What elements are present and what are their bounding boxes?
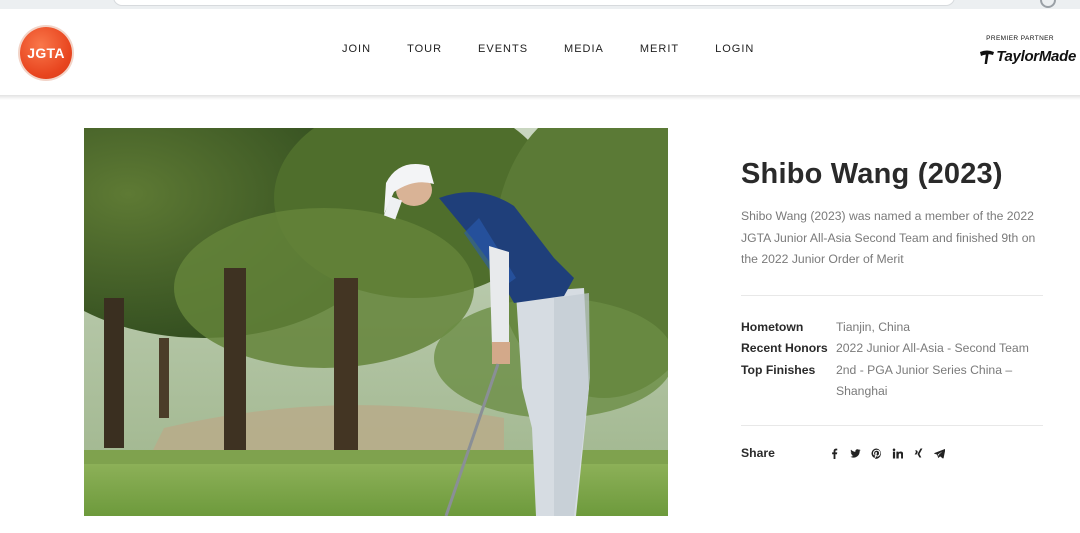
sponsor-name: TaylorMade bbox=[996, 48, 1076, 65]
detail-row-recent-honors: Recent Honors 2022 Junior All-Asia - Sec… bbox=[741, 338, 1043, 360]
main-nav: JOIN TOUR EVENTS MEDIA MERIT LOGIN bbox=[342, 43, 754, 55]
nav-join[interactable]: JOIN bbox=[342, 43, 371, 55]
nav-media[interactable]: MEDIA bbox=[564, 43, 604, 55]
nav-tour[interactable]: TOUR bbox=[407, 43, 442, 55]
linkedin-icon[interactable] bbox=[892, 447, 903, 459]
detail-row-top-finishes: Top Finishes 2nd - PGA Junior Series Chi… bbox=[741, 360, 1043, 403]
browser-address-bar[interactable] bbox=[113, 0, 955, 6]
player-profile: Shibo Wang (2023) Shibo Wang (2023) was … bbox=[741, 153, 1043, 426]
twitter-icon[interactable] bbox=[850, 448, 861, 459]
taylormade-t-icon bbox=[980, 50, 995, 64]
nav-events[interactable]: EVENTS bbox=[478, 43, 528, 55]
sponsor-label: PREMIER PARTNER bbox=[986, 35, 1054, 42]
detail-label: Hometown bbox=[741, 319, 804, 334]
detail-label: Recent Honors bbox=[741, 341, 828, 355]
player-name: Shibo Wang (2023) bbox=[741, 158, 1003, 190]
player-bio: Shibo Wang (2023) was named a member of … bbox=[741, 209, 1036, 266]
sponsor-logo[interactable]: PREMIER PARTNER TaylorMade bbox=[972, 35, 1076, 65]
detail-row-hometown: Hometown Tianjin, China bbox=[741, 317, 1043, 339]
player-details: Hometown Tianjin, China Recent Honors 20… bbox=[741, 317, 1043, 403]
browser-chrome-strip bbox=[0, 0, 1080, 9]
telegram-icon[interactable] bbox=[934, 448, 945, 459]
divider bbox=[741, 294, 1043, 296]
share-label: Share bbox=[741, 446, 775, 460]
golfer-putting-image bbox=[84, 128, 668, 516]
jgta-logo[interactable]: JGTA bbox=[20, 27, 72, 79]
sponsor-brand: TaylorMade bbox=[972, 48, 1076, 65]
share-icons bbox=[829, 447, 955, 459]
header-shadow bbox=[0, 95, 1080, 100]
xing-icon[interactable] bbox=[913, 447, 924, 459]
detail-value: Tianjin, China bbox=[836, 319, 911, 334]
site-header: JGTA JOIN TOUR EVENTS MEDIA MERIT LOGIN … bbox=[0, 9, 1080, 97]
player-photo bbox=[84, 128, 668, 516]
browser-profile-icon[interactable] bbox=[1040, 0, 1056, 8]
detail-value: 2022 Junior All-Asia - Second Team bbox=[836, 341, 1029, 355]
divider bbox=[741, 424, 1043, 426]
nav-login[interactable]: LOGIN bbox=[715, 43, 754, 55]
logo-text: JGTA bbox=[27, 45, 65, 61]
detail-label: Top Finishes bbox=[741, 362, 816, 377]
facebook-icon[interactable] bbox=[829, 448, 840, 459]
share-row: Share bbox=[741, 446, 1041, 460]
detail-value: 2nd - PGA Junior Series China – Shanghai bbox=[836, 362, 1013, 399]
nav-merit[interactable]: MERIT bbox=[640, 43, 679, 55]
pinterest-icon[interactable] bbox=[871, 447, 882, 459]
